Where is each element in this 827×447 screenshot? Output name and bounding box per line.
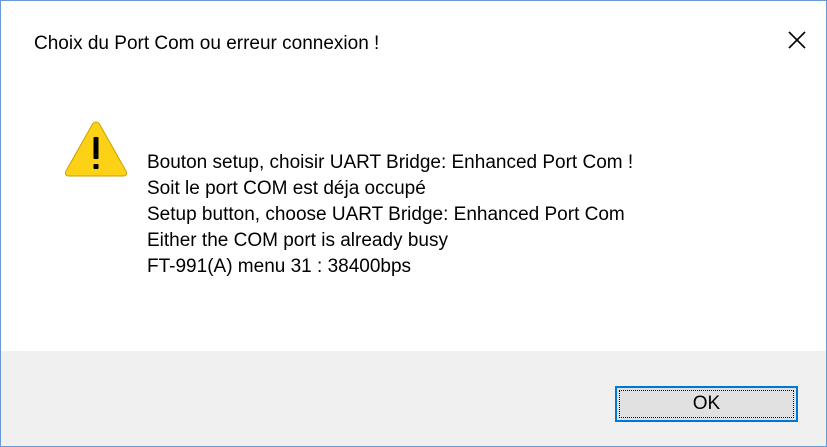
message-line: Soit le port COM est déja occupé: [147, 178, 426, 199]
message-line: Bouton setup, choisir UART Bridge: Enhan…: [147, 152, 634, 173]
dialog-title: Choix du Port Com ou erreur connexion !: [34, 33, 380, 54]
message-dialog: Choix du Port Com ou erreur connexion ! …: [0, 0, 827, 447]
close-button[interactable]: [768, 19, 826, 61]
close-icon: [788, 31, 806, 49]
title-bar[interactable]: Choix du Port Com ou erreur connexion !: [1, 1, 826, 89]
ok-button-label: OK: [692, 393, 721, 414]
message-line: Either the COM port is already busy: [147, 230, 448, 251]
message-line: Setup button, choose UART Bridge: Enhanc…: [147, 204, 625, 225]
message-line: FT-991(A) menu 31 : 38400bps: [147, 256, 412, 277]
warning-icon: [64, 121, 128, 177]
dialog-content: Bouton setup, choisir UART Bridge: Enhan…: [1, 89, 826, 351]
dialog-footer: OK: [1, 351, 826, 446]
dialog-message: Bouton setup, choisir UART Bridge: Enhan…: [147, 150, 633, 280]
ok-button[interactable]: OK: [615, 386, 798, 422]
